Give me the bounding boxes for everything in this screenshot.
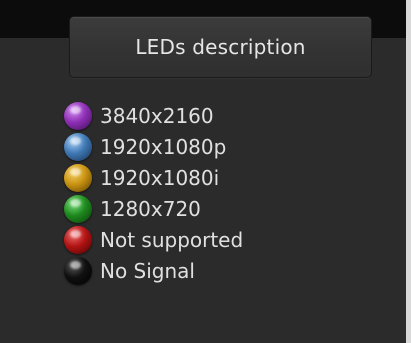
legend-label: 3840x2160	[100, 103, 214, 128]
legend-item-no-signal: No Signal	[64, 255, 243, 286]
legend-label: 1280x720	[100, 196, 201, 221]
legend-label: Not supported	[100, 227, 244, 252]
legend-item-1920x1080i: 1920x1080i	[64, 162, 243, 193]
legend-label: 1920x1080i	[100, 165, 220, 190]
yellow-led-icon	[64, 163, 92, 192]
legend-item-1920x1080p: 1920x1080p	[64, 131, 243, 162]
legend-label: 1920x1080p	[100, 134, 227, 159]
leds-description-panel: LEDs description 3840x2160 1920x1080p 19…	[0, 0, 411, 343]
legend-label: No Signal	[100, 258, 195, 283]
red-led-icon	[64, 225, 92, 254]
black-led-icon	[64, 256, 92, 285]
legend-item-not-supported: Not supported	[64, 224, 243, 255]
leds-description-button[interactable]: LEDs description	[69, 16, 372, 78]
legend-item-1280x720: 1280x720	[64, 193, 243, 224]
right-edge	[406, 0, 411, 343]
legend-item-3840x2160: 3840x2160	[64, 100, 243, 131]
led-legend: 3840x2160 1920x1080p 1920x1080i 1280x720…	[64, 100, 243, 286]
purple-led-icon	[64, 101, 92, 130]
blue-led-icon	[64, 132, 92, 161]
green-led-icon	[64, 194, 92, 223]
